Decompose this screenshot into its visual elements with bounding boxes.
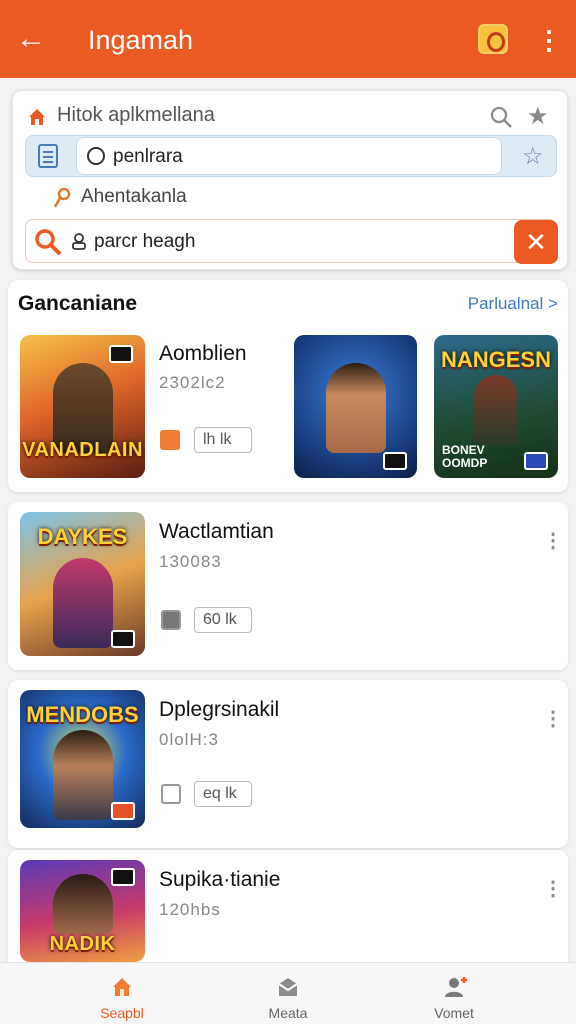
nav-item-profile[interactable]: Vomet bbox=[358, 963, 550, 1024]
bottom-navigation: Seapbl Meata Vomet bbox=[0, 962, 576, 1024]
app-header: ← Ingamah ⋮ bbox=[0, 0, 576, 78]
rating-badge bbox=[109, 345, 133, 363]
category-tag-icon bbox=[161, 784, 181, 804]
page-title: Ingamah bbox=[88, 25, 194, 55]
character-figure bbox=[52, 558, 113, 648]
app-tag[interactable]: 60 lk bbox=[194, 607, 252, 633]
featured-section: Gancaniane Parlualnal > VANADLAIN Aombli… bbox=[8, 280, 568, 492]
more-options-icon[interactable]: ⋮ bbox=[543, 708, 563, 730]
overflow-menu-icon[interactable]: ⋮ bbox=[536, 24, 562, 56]
chat-bubble-icon bbox=[87, 147, 105, 165]
featured-game-artwork[interactable]: NANGESN BONEV OOMDP bbox=[434, 335, 558, 478]
featured-art-title: VANADLAIN bbox=[22, 439, 143, 461]
nav-label: Vomet bbox=[434, 1005, 474, 1021]
back-arrow-icon[interactable]: ← bbox=[16, 22, 46, 56]
more-options-icon[interactable]: ⋮ bbox=[543, 878, 563, 900]
filter-row: penlrara ☆ bbox=[25, 135, 557, 177]
magnifier-icon bbox=[34, 228, 62, 256]
location-label: Ahentakanla bbox=[81, 186, 187, 207]
app-name: Supika·tianie bbox=[159, 868, 281, 891]
hero-figure bbox=[325, 363, 386, 453]
featured-hero-artwork[interactable] bbox=[294, 335, 417, 478]
profile-icon bbox=[442, 975, 467, 999]
category-tag-icon bbox=[160, 430, 180, 450]
user-lock-icon bbox=[70, 232, 88, 250]
breadcrumb: Hitok aplkmellana ★ bbox=[27, 101, 557, 133]
inbox-icon bbox=[276, 975, 300, 999]
game-art-title: NANGESN bbox=[440, 347, 551, 372]
search-icon[interactable] bbox=[489, 105, 513, 129]
category-tag-icon bbox=[161, 610, 181, 630]
category-field-value: penlrara bbox=[113, 146, 183, 167]
app-artwork: DAYKES bbox=[20, 512, 145, 656]
favorite-star-icon[interactable]: ☆ bbox=[522, 142, 544, 171]
rating-badge bbox=[383, 452, 407, 470]
app-meta: 130083 bbox=[159, 552, 222, 571]
featured-app-tag[interactable]: lh lk bbox=[194, 427, 252, 453]
hero-figure bbox=[52, 730, 113, 820]
breadcrumb-label: Hitok aplkmellana bbox=[57, 104, 215, 126]
see-more-link[interactable]: Parlualnal > bbox=[468, 294, 558, 314]
app-art-title: NADIK bbox=[49, 933, 116, 955]
nav-item-home[interactable]: Seapbl bbox=[26, 963, 218, 1024]
list-item[interactable]: DAYKES Wactlamtian 130083 60 lk ⋮ bbox=[8, 502, 568, 670]
game-art-subtitle: BONEV OOMDP bbox=[442, 443, 488, 470]
app-name: Dplegrsinakil bbox=[159, 698, 280, 721]
location-pin-icon bbox=[53, 187, 71, 209]
section-heading: Gancaniane bbox=[18, 292, 138, 315]
search-input[interactable]: parcr heagh ✕ bbox=[25, 219, 558, 264]
list-item[interactable]: MENDOBS Dplegrsinakil 0lolH:3 eq lk ⋮ bbox=[8, 680, 568, 848]
app-art-title: MENDOBS bbox=[26, 702, 139, 727]
home-icon[interactable] bbox=[27, 107, 47, 127]
app-meta: 0lolH:3 bbox=[159, 730, 219, 749]
featured-app-name[interactable]: Aomblien bbox=[159, 342, 247, 366]
soldier-figure bbox=[474, 375, 518, 445]
rating-badge bbox=[111, 868, 135, 886]
nav-label: Meata bbox=[268, 1005, 308, 1021]
more-options-icon[interactable]: ⋮ bbox=[543, 530, 563, 552]
search-query: parcr heagh bbox=[94, 231, 196, 252]
app-artwork: MENDOBS bbox=[20, 690, 145, 828]
featured-app-meta: 2302lc2 bbox=[159, 373, 226, 392]
nav-item-inbox[interactable]: Meata bbox=[192, 963, 384, 1024]
home-icon bbox=[110, 975, 134, 999]
app-name: Wactlamtian bbox=[159, 520, 274, 543]
category-field[interactable]: penlrara bbox=[76, 137, 502, 175]
clear-search-button[interactable]: ✕ bbox=[514, 220, 558, 264]
star-icon[interactable]: ★ bbox=[527, 104, 553, 130]
character-figure bbox=[52, 874, 113, 934]
document-icon[interactable] bbox=[38, 144, 58, 168]
rating-badge bbox=[111, 630, 135, 648]
rating-badge bbox=[111, 802, 135, 820]
app-artwork: NADIK bbox=[20, 860, 145, 962]
search-panel: Hitok aplkmellana ★ penlrara ☆ Ahentakan… bbox=[12, 90, 568, 270]
app-tag[interactable]: eq lk bbox=[194, 781, 252, 807]
app-logo-icon[interactable] bbox=[478, 24, 508, 54]
app-meta: 120hbs bbox=[159, 900, 221, 919]
rating-badge bbox=[524, 452, 548, 470]
featured-app-artwork[interactable]: VANADLAIN bbox=[20, 335, 145, 478]
nav-label: Seapbl bbox=[100, 1005, 144, 1021]
app-art-title: DAYKES bbox=[37, 524, 128, 549]
